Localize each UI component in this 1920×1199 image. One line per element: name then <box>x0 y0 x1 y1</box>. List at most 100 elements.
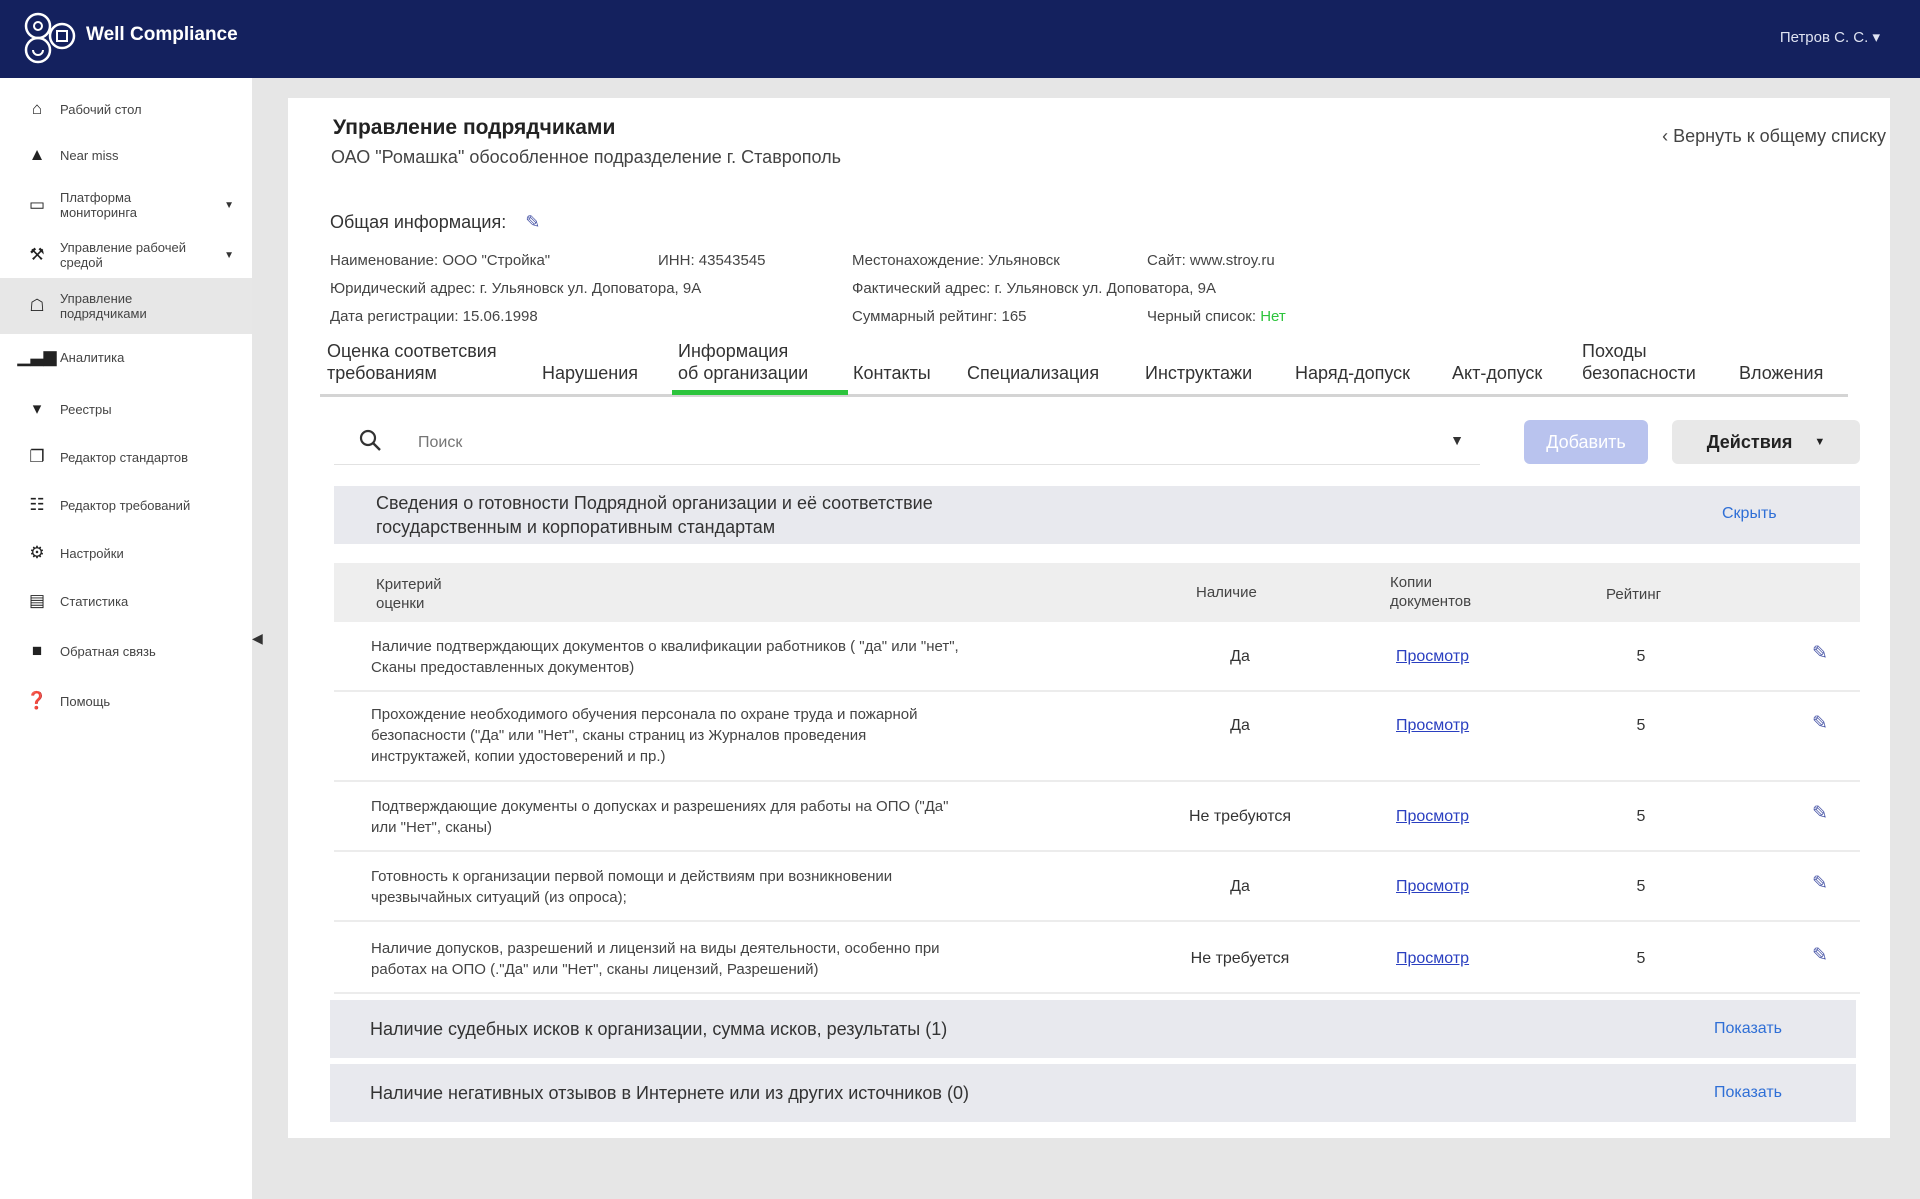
tab-work-permit[interactable]: Наряд-допуск <box>1295 362 1410 384</box>
back-to-list-link[interactable]: ‹ Вернуть к общему списку <box>1662 126 1886 147</box>
table-header: Критерий оценки Наличие Копии документов… <box>334 563 1860 622</box>
tab-violations[interactable]: Нарушения <box>542 362 638 384</box>
sidebar-item-contractors[interactable]: ☖ Управление подрядчиками <box>0 278 252 334</box>
edit-row-icon[interactable]: ✎ <box>1812 712 1828 735</box>
show-reviews-button[interactable]: Показать <box>1714 1084 1782 1102</box>
criterion-line: Наличие допусков, разрешений и лицензий … <box>371 940 940 957</box>
search-input[interactable] <box>416 430 1380 456</box>
user-menu[interactable]: Петров С. С. ▾ <box>1780 28 1880 46</box>
header-line: оценки <box>376 595 425 612</box>
view-copies-link[interactable]: Просмотр <box>1396 808 1469 826</box>
sidebar-item-analytics[interactable]: ▁▃▆ Аналитика <box>0 344 252 370</box>
table-row: Наличие подтверждающих документов о квал… <box>334 624 1860 692</box>
tab-compliance-assessment[interactable]: Оценка соответсвия требованиям <box>327 340 497 384</box>
chevron-down-icon: ▼ <box>224 249 234 261</box>
table-row: Наличие допусков, разрешений и лицензий … <box>334 922 1860 994</box>
rating-cell: 5 <box>1636 808 1646 825</box>
worker-icon: ⚒ <box>29 245 45 264</box>
monitor-icon: ▭ <box>28 195 46 214</box>
edit-row-icon[interactable]: ✎ <box>1812 642 1828 665</box>
add-button[interactable]: Добавить <box>1524 420 1648 464</box>
negative-reviews-section-header: Наличие негативных отзывов в Интернете и… <box>330 1064 1856 1122</box>
tab-label: Наряд-допуск <box>1295 363 1410 383</box>
criterion-text: Наличие подтверждающих документов о квал… <box>371 636 1171 678</box>
criterion-text: Подтверждающие документы о допусках и ра… <box>371 796 1171 838</box>
sidebar-item-label: Управление рабочей средой <box>60 240 186 270</box>
org-total-rating: Суммарный рейтинг: 165 <box>852 308 1027 325</box>
sidebar-item-label: Редактор стандартов <box>60 449 188 465</box>
view-copies-link[interactable]: Просмотр <box>1396 878 1469 896</box>
sidebar-item-statistics[interactable]: ▤ Статистика <box>0 588 252 614</box>
org-reg-date: Дата регистрации: 15.06.1998 <box>330 308 538 325</box>
sidebar-item-label: Управление подрядчиками <box>60 291 147 321</box>
sidebar-item-requirements-editor[interactable]: ☷ Редактор требований <box>0 492 252 518</box>
section-title-line: Сведения о готовности Подрядной организа… <box>376 493 933 513</box>
criterion-line: Прохождение необходимого обучения персон… <box>371 706 918 723</box>
view-copies-link[interactable]: Просмотр <box>1396 717 1469 735</box>
blacklist-label: Черный список: <box>1147 308 1257 325</box>
gear-icon: ⚙ <box>29 543 45 562</box>
criterion-column-header: Критерий оценки <box>376 575 442 613</box>
sidebar-item-settings[interactable]: ⚙ Настройки <box>0 540 252 566</box>
view-copies-link[interactable]: Просмотр <box>1396 648 1469 666</box>
actions-button[interactable]: Действия ▼ <box>1672 420 1860 464</box>
bar-chart-icon: ▁▃▆ <box>17 347 57 366</box>
chevron-down-icon: ▼ <box>1814 436 1826 448</box>
page-title: Управление подрядчиками <box>333 116 616 139</box>
top-bar: Well Compliance Петров С. С. ▾ <box>0 0 1920 78</box>
collapse-sidebar-icon[interactable]: ◀ <box>252 630 263 647</box>
edit-row-icon[interactable]: ✎ <box>1812 944 1828 967</box>
edit-row-icon[interactable]: ✎ <box>1812 802 1828 825</box>
sidebar-item-label: Настройки <box>60 545 124 561</box>
flame-icon: ▲ <box>28 145 46 164</box>
sidebar-item-near-miss[interactable]: ▲ Near miss <box>0 142 252 168</box>
header-line: Копии <box>1390 574 1432 591</box>
section-title: Наличие судебных исков к организации, су… <box>370 1019 948 1039</box>
tab-label: Информация <box>678 341 789 361</box>
criterion-line: работах на ОПО (."Да" или "Нет", сканы л… <box>371 961 819 978</box>
tab-act-permit[interactable]: Акт-допуск <box>1452 362 1542 384</box>
hide-section-button[interactable]: Скрыть <box>1722 505 1777 523</box>
tab-label: Акт-допуск <box>1452 363 1543 383</box>
search-bar: ▼ <box>334 420 1480 465</box>
criterion-text: Наличие допусков, разрешений и лицензий … <box>371 938 1171 980</box>
edit-general-info-icon[interactable]: ✎ <box>525 212 540 233</box>
show-lawsuits-button[interactable]: Показать <box>1714 1020 1782 1038</box>
tab-label: безопасности <box>1582 363 1696 383</box>
tab-briefings[interactable]: Инструктажи <box>1145 362 1252 384</box>
section-title: Сведения о готовности Подрядной организа… <box>376 491 933 539</box>
sidebar-item-help[interactable]: ❓ Помощь <box>0 688 252 714</box>
sidebar-item-monitoring[interactable]: ▭ Платформа мониторинга ▼ <box>0 188 252 222</box>
blacklist-value: Нет <box>1260 308 1286 325</box>
org-legal-address: Юридический адрес: г. Ульяновск ул. Допо… <box>330 280 702 297</box>
view-copies-link[interactable]: Просмотр <box>1396 950 1469 968</box>
tab-safety-walks[interactable]: Походы безопасности <box>1582 340 1696 384</box>
availability-cell: Да <box>1230 648 1250 665</box>
home-icon: ⌂ <box>31 99 43 118</box>
tab-organization-info[interactable]: Информация об организации <box>678 340 808 384</box>
sidebar-item-feedback[interactable]: ■ Обратная связь <box>0 638 252 664</box>
criterion-line: Сканы предоставленных документов) <box>371 659 635 676</box>
rating-cell: 5 <box>1636 878 1646 895</box>
tab-specialization[interactable]: Специализация <box>967 362 1099 384</box>
filter-icon: ▾ <box>32 399 42 418</box>
criterion-text: Прохождение необходимого обучения персон… <box>371 704 1171 767</box>
app-title: Well Compliance <box>86 24 238 45</box>
criterion-line: инструктажей, копии удостоверений и пр.) <box>371 748 666 765</box>
edit-row-icon[interactable]: ✎ <box>1812 872 1828 895</box>
statistics-icon: ▤ <box>28 591 46 610</box>
tab-attachments[interactable]: Вложения <box>1739 362 1823 384</box>
sidebar-item-registries[interactable]: ▾ Реестры <box>0 396 252 422</box>
search-dropdown-icon[interactable]: ▼ <box>1450 432 1464 448</box>
sidebar-item-label: Аналитика <box>60 349 125 365</box>
sidebar-item-label: Помощь <box>60 693 111 709</box>
sidebar-item-dashboard[interactable]: ⌂ Рабочий стол <box>0 96 252 122</box>
tab-contacts[interactable]: Контакты <box>853 362 931 384</box>
tab-label: Специализация <box>967 363 1100 383</box>
org-name: Наименование: ООО "Стройка" <box>330 252 551 269</box>
rating-cell: 5 <box>1636 950 1646 967</box>
criterion-line: или "Нет", сканы) <box>371 819 493 836</box>
criterion-line: безопасности ("Да" или "Нет", сканы стра… <box>371 727 867 744</box>
sidebar-item-work-environment[interactable]: ⚒ Управление рабочей средой ▼ <box>0 238 252 272</box>
sidebar-item-standards-editor[interactable]: ❐ Редактор стандартов <box>0 444 252 470</box>
